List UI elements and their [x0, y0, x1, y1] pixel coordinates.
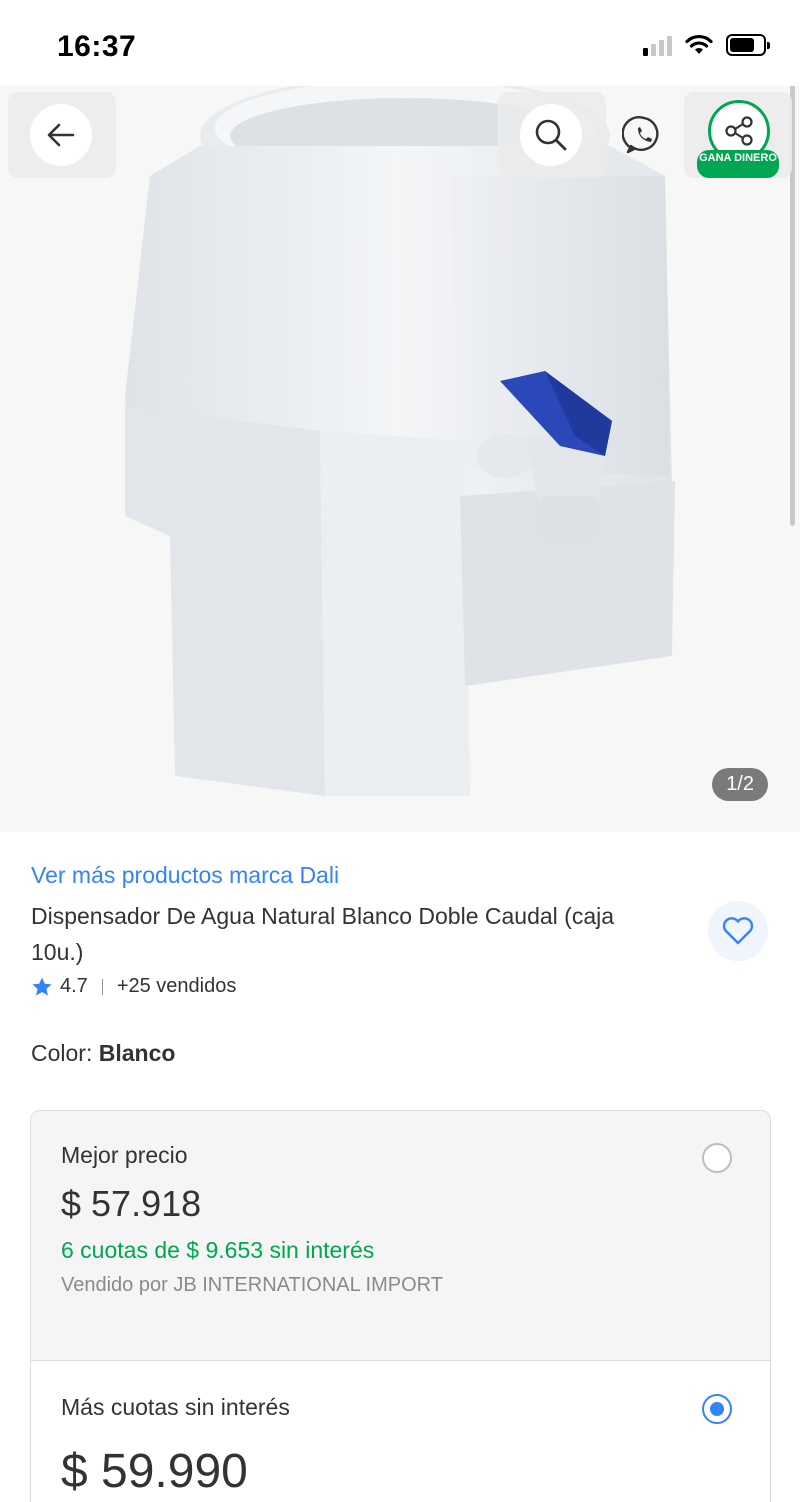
purchase-options: Mejor precio $ 57.918 6 cuotas de $ 9.65…: [30, 1110, 771, 1502]
product-image: [0, 36, 800, 832]
search-icon: [535, 119, 567, 151]
battery-icon: [726, 34, 770, 56]
option-radio[interactable]: [702, 1143, 732, 1173]
heart-icon: [722, 917, 754, 945]
rating-row: 4.7 +25 vendidos: [31, 975, 236, 998]
product-gallery[interactable]: GANA DINERO 1/2: [0, 36, 800, 832]
option-title: Mejor precio: [61, 1142, 188, 1168]
brand-link[interactable]: Ver más productos marca Dali: [31, 862, 339, 889]
option-radio-selected[interactable]: [702, 1394, 732, 1424]
gana-dinero-badge: GANA DINERO: [697, 150, 779, 178]
back-button[interactable]: [30, 104, 92, 166]
option-installments: 6 cuotas de $ 9.653 sin interés: [61, 1237, 375, 1263]
color-selector: Color: Blanco: [31, 1040, 175, 1067]
share-icon: [725, 116, 753, 146]
signal-icon: [643, 34, 672, 56]
favorite-button[interactable]: [708, 901, 768, 961]
option-best-price[interactable]: Mejor precio $ 57.918 6 cuotas de $ 9.65…: [31, 1111, 770, 1361]
status-time: 16:37: [57, 30, 137, 63]
option-seller: Vendido por JB INTERNATIONAL IMPORT: [61, 1274, 443, 1296]
option-title: Más cuotas sin interés: [61, 1394, 290, 1420]
status-icons: [643, 34, 770, 56]
search-button[interactable]: [520, 104, 582, 166]
option-price: $ 57.918: [61, 1183, 202, 1224]
status-bar: 16:37: [0, 0, 800, 86]
sold-count: +25 vendidos: [116, 975, 237, 997]
product-title: Dispensador De Agua Natural Blanco Doble…: [31, 903, 615, 965]
rating-value: 4.7: [60, 975, 88, 997]
option-more-installments[interactable]: Más cuotas sin interés $ 59.990: [31, 1362, 770, 1502]
rating-separator: [101, 978, 103, 995]
whatsapp-icon: [622, 116, 659, 154]
color-value: Blanco: [98, 1040, 176, 1066]
option-price: $ 59.990: [61, 1445, 248, 1498]
wifi-icon: [685, 34, 713, 54]
whatsapp-share-button[interactable]: [613, 104, 675, 166]
color-label: Color:: [31, 1040, 93, 1066]
arrow-left-icon: [47, 123, 75, 147]
star-icon: [32, 977, 52, 996]
image-counter: 1/2: [712, 768, 768, 801]
